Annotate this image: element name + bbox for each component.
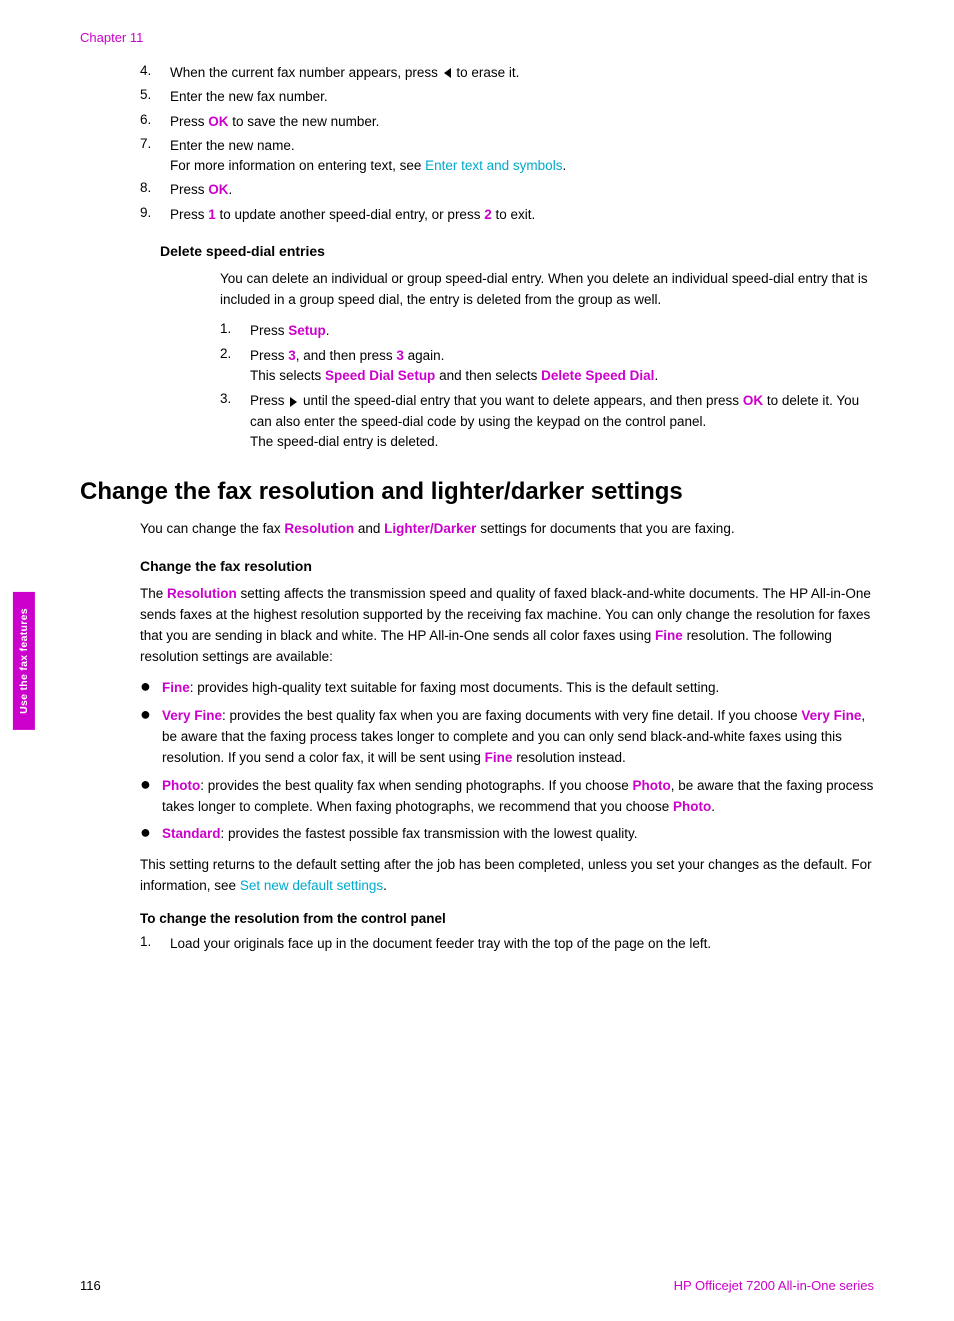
delete-steps-list: 1. Press Setup. 2. Press 3, and then pre… xyxy=(220,321,874,453)
list-item: ● Fine: provides high-quality text suita… xyxy=(140,678,874,699)
list-item: ● Very Fine: provides the best quality f… xyxy=(140,706,874,769)
left-arrow-icon xyxy=(444,68,451,78)
main-title-body: You can change the fax Resolution and Li… xyxy=(140,519,874,540)
list-item: 2. Press 3, and then press 3 again. This… xyxy=(220,346,874,387)
fax-resolution-section: Change the fax resolution The Resolution… xyxy=(140,558,874,954)
control-panel-heading: To change the resolution from the contro… xyxy=(140,911,874,926)
list-item: 6. Press OK to save the new number. xyxy=(80,112,874,132)
list-item: ● Standard: provides the fastest possibl… xyxy=(140,824,874,845)
list-item: 1. Load your originals face up in the do… xyxy=(140,934,874,954)
list-item: 1. Press Setup. xyxy=(220,321,874,341)
delete-steps: 1. Press Setup. 2. Press 3, and then pre… xyxy=(220,321,874,453)
setup-link: Setup xyxy=(288,323,326,338)
list-item: ● Photo: provides the best quality fax w… xyxy=(140,776,874,818)
right-arrow-icon xyxy=(290,397,297,407)
list-item: 4. When the current fax number appears, … xyxy=(80,63,874,83)
ok-label: OK xyxy=(208,182,228,197)
list-item: 5. Enter the new fax number. xyxy=(80,87,874,107)
chapter-label: Chapter 11 xyxy=(80,30,874,45)
enter-text-link[interactable]: Enter text and symbols xyxy=(425,158,562,173)
top-numbered-list: 4. When the current fax number appears, … xyxy=(80,63,874,225)
main-title: Change the fax resolution and lighter/da… xyxy=(80,476,874,507)
delete-heading: Delete speed-dial entries xyxy=(160,243,874,259)
fax-resolution-heading: Change the fax resolution xyxy=(140,558,874,574)
delete-section: Delete speed-dial entries You can delete… xyxy=(80,243,874,452)
set-default-link[interactable]: Set new default settings xyxy=(240,878,383,893)
ok-label: OK xyxy=(743,393,763,408)
list-item: 8. Press OK. xyxy=(80,180,874,200)
resolution-bullet-list: ● Fine: provides high-quality text suita… xyxy=(140,678,874,845)
delete-body: You can delete an individual or group sp… xyxy=(220,269,874,311)
list-item: 9. Press 1 to update another speed-dial … xyxy=(80,205,874,225)
fax-resolution-body: The Resolution setting affects the trans… xyxy=(140,584,874,668)
ok-label: OK xyxy=(208,114,228,129)
side-tab: Use the fax features xyxy=(13,592,35,730)
control-panel-steps: 1. Load your originals face up in the do… xyxy=(140,934,874,954)
after-bullets-text: This setting returns to the default sett… xyxy=(140,855,874,897)
list-item: 3. Press until the speed-dial entry that… xyxy=(220,391,874,452)
page: Use the fax features Chapter 11 4. When … xyxy=(0,0,954,1321)
footer: 116 HP Officejet 7200 All-in-One series xyxy=(80,1278,874,1293)
footer-page-number: 116 xyxy=(80,1278,101,1293)
footer-product-name: HP Officejet 7200 All-in-One series xyxy=(674,1278,874,1293)
list-item: 7. Enter the new name. For more informat… xyxy=(80,136,874,177)
